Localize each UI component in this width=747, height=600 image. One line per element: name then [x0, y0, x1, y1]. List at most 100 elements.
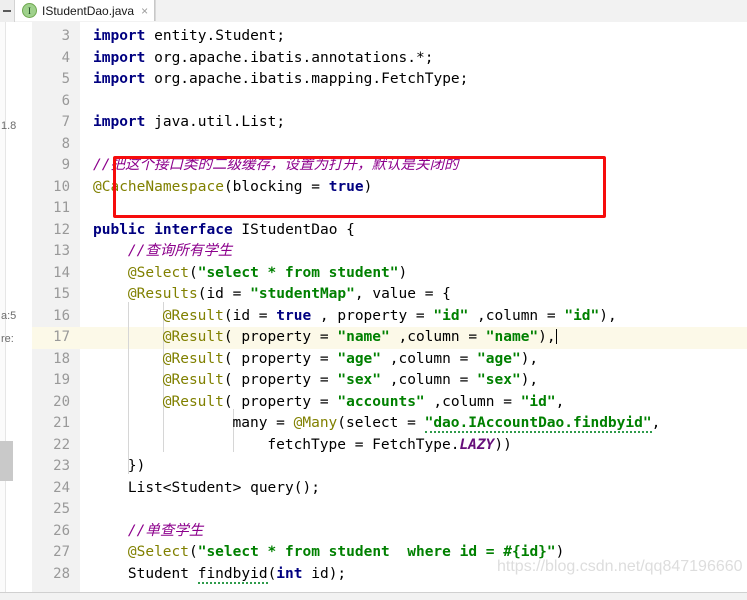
code-line[interactable]: import org.apache.ibatis.mapping.FetchTy…: [93, 69, 468, 91]
gutter-line-number[interactable]: 11: [32, 198, 80, 220]
code-token: ,column =: [424, 393, 521, 410]
code-line[interactable]: @CacheNamespace(blocking = true): [93, 177, 372, 199]
gutter-line-number[interactable]: 24: [32, 478, 80, 500]
editor-tab-bar: I IStudentDao.java ×: [0, 0, 747, 23]
gutter-line-number[interactable]: 28: [32, 564, 80, 586]
line-number-gutter[interactable]: 3 4 5 6 7 8 9 10 11 12 13 14 15 16 17 18 19 20 21 22 23 24 25 2…: [32, 22, 107, 592]
code-line[interactable]: }): [128, 456, 145, 478]
gutter-line-number[interactable]: 23: [32, 456, 80, 478]
code-line[interactable]: fetchType = FetchType.LAZY)): [267, 435, 511, 457]
code-token: org.apache.ibatis.mapping.FetchType;: [145, 71, 469, 87]
code-line[interactable]: import org.apache.ibatis.annotations.*;: [93, 48, 433, 70]
left-tool-strip: 1.8 a:5 re:: [0, 22, 33, 592]
gutter-line-number[interactable]: 18: [32, 349, 80, 371]
code-token: (: [188, 264, 198, 281]
code-token: (blocking =: [223, 178, 329, 195]
code-line[interactable]: import entity.Student;: [93, 26, 285, 48]
gutter-line-number[interactable]: 12: [32, 220, 80, 242]
code-token: @Result: [162, 393, 224, 410]
code-token: public interface: [93, 221, 233, 238]
line-number-label: 9: [61, 157, 70, 173]
gutter-line-number[interactable]: 10: [32, 177, 80, 199]
tab-istudentdao-java[interactable]: I IStudentDao.java ×: [15, 0, 156, 21]
code-token: ,: [555, 393, 565, 410]
code-line[interactable]: @Select("select * from student"): [128, 263, 407, 285]
code-line[interactable]: @Result( property = "age" ,column = "age…: [163, 349, 538, 371]
vertical-scrollbar-thumb[interactable]: [0, 441, 13, 481]
code-line[interactable]: @Results(id = "studentMap", value = {: [128, 284, 451, 306]
gutter-line-number[interactable]: 20: [32, 392, 80, 414]
code-token: "select * from student": [197, 264, 399, 281]
code-token: //查询所有学生: [127, 243, 233, 259]
code-token: "age": [337, 350, 382, 367]
gutter-line-number[interactable]: 19: [32, 370, 80, 392]
line-number-label: 12: [53, 221, 70, 238]
code-token: import: [93, 71, 146, 87]
line-number-label: 16: [53, 307, 70, 324]
gutter-line-number[interactable]: 8: [32, 134, 80, 156]
code-token: true: [276, 307, 312, 324]
code-token: ,column =: [468, 307, 565, 324]
gutter-line-number[interactable]: 21: [32, 413, 80, 435]
gutter-line-number[interactable]: 3: [32, 26, 80, 48]
code-token: ),: [538, 329, 556, 345]
code-token: (id =: [197, 286, 251, 302]
gutter-line-number[interactable]: 16: [32, 306, 80, 328]
gutter-line-number[interactable]: 7: [32, 112, 80, 134]
indent-guide: [127, 301, 129, 474]
watermark: https://blog.csdn.net/qq847196660: [497, 557, 743, 575]
tab-bar-collapse-button[interactable]: [0, 0, 15, 22]
line-number-label: 5: [61, 71, 70, 87]
code-token: LAZY: [459, 436, 495, 453]
code-line[interactable]: //查询所有学生: [128, 241, 232, 263]
code-token: (: [188, 544, 198, 560]
code-token: IStudentDao {: [232, 221, 355, 238]
code-line[interactable]: List<Student> query();: [128, 478, 320, 500]
gutter-line-number[interactable]: 25: [32, 499, 80, 521]
code-line[interactable]: @Result( property = "name" ,column = "na…: [163, 327, 557, 349]
code-line[interactable]: //把这个接口类的二级缓存，设置为打开，默认是关闭的: [93, 155, 458, 177]
code-token: (id =: [223, 307, 277, 324]
code-line[interactable]: @Result( property = "sex" ,column = "sex…: [163, 370, 538, 392]
gutter-line-number[interactable]: 17: [32, 327, 80, 349]
code-token: ,: [651, 415, 661, 431]
code-line[interactable]: import java.util.List;: [93, 112, 285, 134]
gutter-line-number[interactable]: 5: [32, 69, 80, 91]
code-token: @Result: [162, 350, 224, 367]
code-line[interactable]: Student findbyid(int id);: [128, 564, 346, 586]
gutter-line-number[interactable]: 22: [32, 435, 80, 457]
code-token: id);: [302, 565, 347, 582]
code-token: , value = {: [354, 286, 451, 302]
code-line[interactable]: public interface IStudentDao {: [93, 220, 355, 242]
line-number-label: 22: [53, 436, 70, 453]
code-token: "sex": [337, 372, 382, 388]
gutter-line-number[interactable]: 9: [32, 155, 80, 177]
text-caret: [555, 329, 557, 344]
code-line[interactable]: @Result( property = "accounts" ,column =…: [163, 392, 565, 414]
code-token: "id": [433, 307, 469, 324]
close-icon[interactable]: ×: [141, 5, 148, 17]
code-line[interactable]: many = @Many(select = "dao.IAccountDao.f…: [233, 413, 661, 435]
code-token: (: [267, 565, 277, 582]
gutter-line-number[interactable]: 27: [32, 542, 80, 564]
code-token: int: [276, 565, 303, 582]
gutter-line-number[interactable]: 6: [32, 91, 80, 113]
gutter-line-number[interactable]: 4: [32, 48, 80, 70]
code-token: "accounts": [337, 393, 425, 410]
gutter-line-number[interactable]: 26: [32, 521, 80, 543]
code-line[interactable]: //单查学生: [128, 521, 203, 543]
line-number-label: 6: [61, 92, 70, 109]
line-number-label: 18: [53, 350, 70, 367]
code-text-area[interactable]: import entity.Student; import org.apache.…: [80, 22, 747, 592]
background-text-fragment: re:: [1, 333, 14, 345]
gutter-line-number[interactable]: 15: [32, 284, 80, 306]
tab-label: IStudentDao.java: [42, 3, 135, 18]
line-number-label: 4: [61, 49, 70, 66]
code-line[interactable]: @Result(id = true , property = "id" ,col…: [163, 306, 617, 328]
line-number-label: 23: [53, 458, 70, 474]
line-number-label: 14: [53, 264, 70, 281]
code-token: import: [93, 49, 146, 66]
gutter-line-number[interactable]: 14: [32, 263, 80, 285]
gutter-line-number[interactable]: 13: [32, 241, 80, 263]
code-token: ( property =: [223, 350, 338, 367]
